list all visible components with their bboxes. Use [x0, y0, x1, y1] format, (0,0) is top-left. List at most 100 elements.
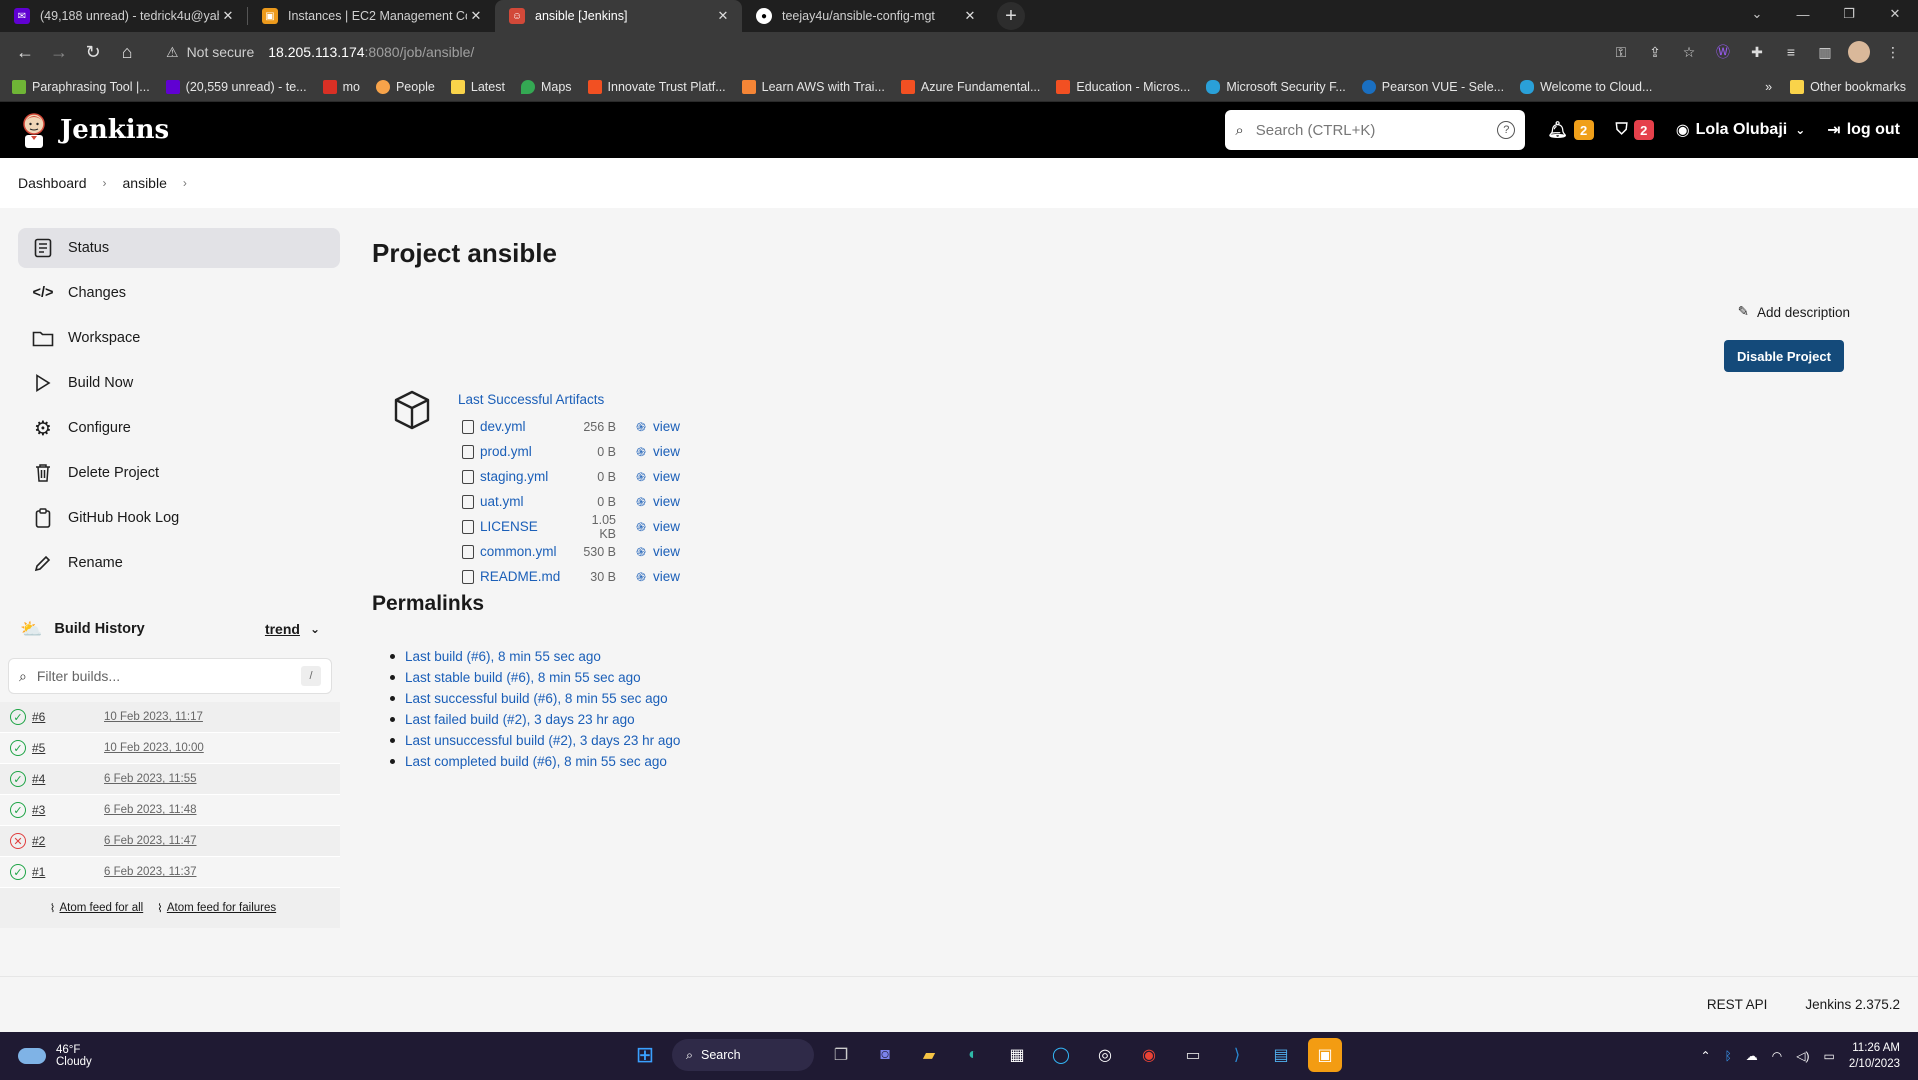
view-link[interactable]: view [653, 544, 680, 559]
bookmark[interactable]: Maps [520, 79, 572, 94]
puzzle-icon[interactable]: ✚ [1746, 41, 1768, 63]
bookmark[interactable]: Paraphrasing Tool |... [12, 79, 150, 94]
key-icon[interactable]: ⚿ [1610, 41, 1632, 63]
browser-tab-active[interactable]: ☺ ansible [Jenkins] ✕ [495, 0, 742, 32]
bookmark[interactable]: Welcome to Cloud... [1520, 79, 1652, 94]
trend-link[interactable]: trend [265, 621, 300, 637]
app-icon[interactable]: ▣ [1308, 1038, 1342, 1072]
sidebar-item-build-now[interactable]: Build Now [18, 363, 340, 403]
task-view-icon[interactable]: ❐ [824, 1038, 858, 1072]
browser-tab[interactable]: ● teejay4u/ansible-config-mgt ✕ [742, 0, 989, 32]
filter-builds-input[interactable]: ⌕ Filter builds... / [8, 658, 332, 694]
address-bar[interactable]: ⚠ Not secure 18.205.113.174 :8080/job/an… [154, 36, 1600, 68]
clock[interactable]: 11:26 AM 2/10/2023 [1849, 1040, 1900, 1072]
fingerprint-icon[interactable]: ֍ [634, 570, 648, 584]
security-button[interactable]: ⛉ 2 [1616, 120, 1654, 140]
sidebar-item-status[interactable]: Status [18, 228, 340, 268]
sidebar-item-rename[interactable]: Rename [18, 543, 340, 583]
reload-icon[interactable]: ↻ [76, 35, 110, 69]
artifact-name[interactable]: README.md [480, 569, 576, 584]
permalink-item[interactable]: Last completed build (#6), 8 min 55 sec … [390, 751, 680, 772]
teams-chat-icon[interactable]: ◙ [868, 1038, 902, 1072]
weather-widget[interactable]: 46°F Cloudy [0, 1044, 92, 1068]
artifact-name[interactable]: staging.yml [480, 469, 576, 484]
build-number[interactable]: #5 [32, 741, 104, 755]
fingerprint-icon[interactable]: ֍ [634, 470, 648, 484]
view-link[interactable]: view [653, 419, 680, 434]
build-number[interactable]: #2 [32, 834, 104, 848]
jenkins-logo[interactable]: Jenkins [18, 111, 169, 149]
fingerprint-icon[interactable]: ֍ [634, 495, 648, 509]
terminal-icon[interactable]: ▭ [1176, 1038, 1210, 1072]
edge-icon[interactable]: ◐ [956, 1038, 990, 1072]
notifications-button[interactable]: 🔔︎ 2 [1547, 120, 1594, 140]
artifact-name[interactable]: common.yml [480, 544, 576, 559]
build-number[interactable]: #4 [32, 772, 104, 786]
chevron-right-icon[interactable]: › [103, 176, 107, 190]
build-row[interactable]: ✓ #4 6 Feb 2023, 11:55 [0, 764, 340, 795]
view-link[interactable]: view [653, 444, 680, 459]
media-icon[interactable]: ≡ [1780, 41, 1802, 63]
chrome-icon[interactable]: ◉ [1132, 1038, 1166, 1072]
close-window-icon[interactable]: ✕ [1872, 0, 1918, 28]
permalink-item[interactable]: Last failed build (#2), 3 days 23 hr ago [390, 709, 680, 730]
chevron-right-icon[interactable]: › [183, 176, 187, 190]
build-number[interactable]: #3 [32, 803, 104, 817]
build-date[interactable]: 6 Feb 2023, 11:48 [104, 804, 197, 816]
close-tab-icon[interactable]: ✕ [714, 8, 732, 24]
permalink-item[interactable]: Last build (#6), 8 min 55 sec ago [390, 646, 680, 667]
sidebar-item-changes[interactable]: </> Changes [18, 273, 340, 313]
close-tab-icon[interactable]: ✕ [961, 8, 979, 24]
battery-icon[interactable]: ▭ [1823, 1049, 1834, 1063]
menu-icon[interactable]: ⋮ [1882, 41, 1904, 63]
extension-w-icon[interactable]: Ⓦ [1712, 41, 1734, 63]
tab-search-icon[interactable]: ⌄ [1734, 0, 1780, 28]
rest-api-link[interactable]: REST API [1707, 997, 1768, 1012]
taskbar-search[interactable]: ⌕ Search [672, 1039, 814, 1071]
sidebar-item-delete-project[interactable]: Delete Project [18, 453, 340, 493]
artifacts-title[interactable]: Last Successful Artifacts [458, 392, 604, 407]
bookmark[interactable]: mo [322, 79, 360, 94]
jenkins-version[interactable]: Jenkins 2.375.2 [1805, 997, 1900, 1012]
atom-feed-all-link[interactable]: Atom feed for all [59, 902, 143, 914]
star-icon[interactable]: ☆ [1678, 41, 1700, 63]
bookmark[interactable]: Latest [450, 79, 505, 94]
view-link[interactable]: view [653, 494, 680, 509]
permalink-item[interactable]: Last unsuccessful build (#2), 3 days 23 … [390, 730, 680, 751]
minimize-icon[interactable]: — [1780, 0, 1826, 28]
build-date[interactable]: 6 Feb 2023, 11:37 [104, 866, 197, 878]
permalink-item[interactable]: Last successful build (#6), 8 min 55 sec… [390, 688, 680, 709]
sidebar-item-workspace[interactable]: Workspace [18, 318, 340, 358]
chevron-down-icon[interactable]: ⌄ [310, 622, 320, 636]
bookmark[interactable]: Azure Fundamental... [900, 79, 1040, 94]
file-explorer-icon[interactable]: ▰ [912, 1038, 946, 1072]
logout-button[interactable]: ⇥ log out [1827, 120, 1900, 140]
build-date[interactable]: 6 Feb 2023, 11:47 [104, 835, 197, 847]
view-link[interactable]: view [653, 569, 680, 584]
browser-tab[interactable]: ▣ Instances | EC2 Management Co ✕ [248, 0, 495, 32]
share-icon[interactable]: ⇪ [1644, 41, 1666, 63]
fingerprint-icon[interactable]: ֍ [634, 545, 648, 559]
onedrive-icon[interactable]: ☁ [1746, 1049, 1758, 1063]
search-input[interactable]: ⌕ Search (CTRL+K) ? [1225, 110, 1526, 150]
add-description-link[interactable]: ✎ Add description [1738, 304, 1850, 320]
windows-start-icon[interactable]: ⊞ [628, 1038, 662, 1072]
user-menu[interactable]: ◉ Lola Olubaji ⌄ [1676, 120, 1806, 140]
restore-icon[interactable]: ❐ [1826, 0, 1872, 28]
view-link[interactable]: view [653, 469, 680, 484]
bookmark[interactable]: (20,559 unread) - te... [165, 79, 307, 94]
disable-project-button[interactable]: Disable Project [1724, 340, 1844, 372]
bluetooth-icon[interactable]: ᛒ [1725, 1049, 1732, 1063]
fingerprint-icon[interactable]: ֍ [634, 445, 648, 459]
back-icon[interactable]: ← [8, 35, 42, 69]
help-icon[interactable]: ? [1497, 121, 1516, 139]
breadcrumb-dashboard[interactable]: Dashboard [18, 175, 87, 191]
forward-icon[interactable]: → [42, 35, 76, 69]
build-row[interactable]: ✓ #6 10 Feb 2023, 11:17 [0, 702, 340, 733]
artifact-name[interactable]: dev.yml [480, 419, 576, 434]
close-tab-icon[interactable]: ✕ [467, 8, 485, 24]
browser-tab[interactable]: ✉ (49,188 unread) - tedrick4u@yah ✕ [0, 0, 247, 32]
fingerprint-icon[interactable]: ֍ [634, 520, 648, 534]
build-row[interactable]: ✓ #5 10 Feb 2023, 10:00 [0, 733, 340, 764]
sidepanel-icon[interactable]: ▥ [1814, 41, 1836, 63]
